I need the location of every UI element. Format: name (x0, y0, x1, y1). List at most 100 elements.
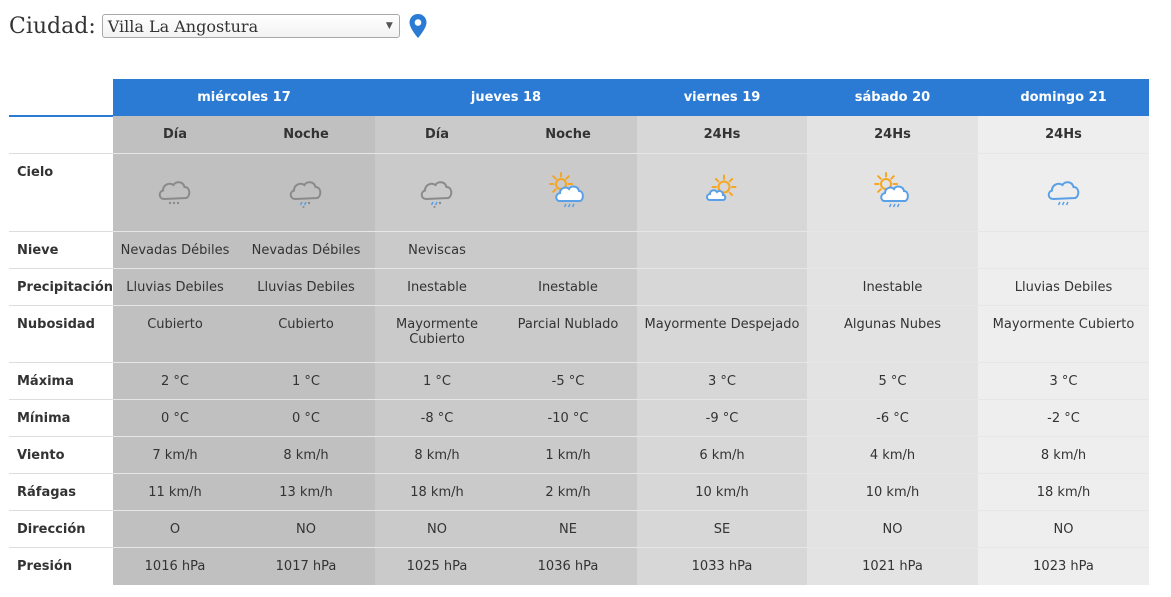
row-label-presion: Presión (9, 547, 113, 585)
cloud-sleet-icon (286, 180, 326, 215)
minima-cell: -8 °C (375, 399, 499, 437)
precipitacion-cell: Lluvias Debiles (237, 268, 375, 306)
maxima-cell: 1 °C (237, 362, 375, 400)
nubosidad-cell: Algunas Nubes (807, 305, 978, 363)
minima-cell: -10 °C (499, 399, 637, 437)
table-row: Cielo (9, 153, 1149, 232)
table-row: Mínima 0 °C 0 °C -8 °C -10 °C -9 °C -6 °C -2 °C (9, 399, 1149, 437)
period-header: Noche (499, 116, 637, 154)
row-label-direccion: Dirección (9, 510, 113, 548)
table-row: Ráfagas 11 km/h 13 km/h 18 km/h 2 km/h 10 km/… (9, 473, 1149, 511)
day-header-3: sábado 20 (807, 79, 978, 116)
maxima-cell: 5 °C (807, 362, 978, 400)
city-label: Ciudad: (9, 13, 96, 39)
table-row: Presión 1016 hPa 1017 hPa 1025 hPa 1036 hPa 1… (9, 547, 1149, 585)
cloud-sleet-icon (417, 180, 457, 215)
presion-cell: 1017 hPa (237, 547, 375, 585)
maxima-cell: 1 °C (375, 362, 499, 400)
cloud-snow-icon (155, 180, 195, 215)
city-dropdown-value: Villa La Angostura (107, 16, 259, 36)
city-dropdown[interactable]: Villa La Angostura ▼ (101, 14, 400, 38)
sky-cell (499, 153, 637, 232)
nieve-cell (807, 231, 978, 269)
period-corner (9, 116, 113, 154)
nubosidad-cell: Cubierto (113, 305, 237, 363)
rafagas-cell: 13 km/h (237, 473, 375, 511)
minima-cell: 0 °C (113, 399, 237, 437)
nubosidad-cell: Mayormente Cubierto (978, 305, 1149, 363)
day-header-2: viernes 19 (637, 79, 807, 116)
period-header: Noche (237, 116, 375, 154)
sky-cell (237, 153, 375, 232)
nieve-cell (499, 231, 637, 269)
sky-cell (113, 153, 237, 232)
nieve-cell: Nevadas Débiles (237, 231, 375, 269)
rafagas-cell: 10 km/h (637, 473, 807, 511)
nieve-cell: Nevadas Débiles (113, 231, 237, 269)
maxima-cell: 2 °C (113, 362, 237, 400)
viento-cell: 7 km/h (113, 436, 237, 474)
period-header-row: Día Noche Día Noche 24Hs 24Hs 24Hs (9, 116, 1149, 154)
sky-cell (807, 153, 978, 232)
presion-cell: 1025 hPa (375, 547, 499, 585)
direccion-cell: O (113, 510, 237, 548)
row-label-maxima: Máxima (9, 362, 113, 400)
period-header: Día (113, 116, 237, 154)
rafagas-cell: 18 km/h (978, 473, 1149, 511)
precipitacion-cell: Lluvias Debiles (978, 268, 1149, 306)
viento-cell: 1 km/h (499, 436, 637, 474)
day-header-0: miércoles 17 (113, 79, 375, 116)
minima-cell: -6 °C (807, 399, 978, 437)
row-label-nieve: Nieve (9, 231, 113, 269)
precipitacion-cell (637, 268, 807, 306)
presion-cell: 1021 hPa (807, 547, 978, 585)
sky-cell (637, 153, 807, 232)
row-label-cielo: Cielo (9, 153, 113, 232)
direccion-cell: NE (499, 510, 637, 548)
cloud-rain-icon (1044, 180, 1084, 215)
table-row: Viento 7 km/h 8 km/h 8 km/h 1 km/h 6 km/h 4 km… (9, 436, 1149, 474)
presion-cell: 1036 hPa (499, 547, 637, 585)
direccion-cell: NO (237, 510, 375, 548)
direccion-cell: NO (807, 510, 978, 548)
forecast-table: miércoles 17 jueves 18 viernes 19 sábado… (9, 79, 1149, 585)
chevron-down-icon: ▼ (385, 21, 393, 31)
nieve-cell: Neviscas (375, 231, 499, 269)
direccion-cell: NO (375, 510, 499, 548)
precipitacion-cell: Lluvias Debiles (113, 268, 237, 306)
maxima-cell: 3 °C (978, 362, 1149, 400)
precipitacion-cell: Inestable (499, 268, 637, 306)
nubosidad-cell: Parcial Nublado (499, 305, 637, 363)
nieve-cell (978, 231, 1149, 269)
nubosidad-cell: Cubierto (237, 305, 375, 363)
table-row: Máxima 2 °C 1 °C 1 °C -5 °C 3 °C 5 °C 3 °C (9, 362, 1149, 400)
presion-cell: 1023 hPa (978, 547, 1149, 585)
table-row: Dirección O NO NO NE SE NO NO (9, 510, 1149, 548)
nieve-cell (637, 231, 807, 269)
table-row: Precipitación Lluvias Debiles Lluvias Debi… (9, 268, 1149, 306)
row-label-nubosidad: Nubosidad (9, 305, 113, 363)
sun-cloud-rain-icon (873, 171, 913, 215)
direccion-cell: SE (637, 510, 807, 548)
maxima-cell: 3 °C (637, 362, 807, 400)
precipitacion-cell: Inestable (807, 268, 978, 306)
precipitacion-cell: Inestable (375, 268, 499, 306)
presion-cell: 1033 hPa (637, 547, 807, 585)
sun-small-cloud-icon (702, 174, 742, 215)
location-pin-icon[interactable] (408, 13, 428, 39)
viento-cell: 8 km/h (237, 436, 375, 474)
rafagas-cell: 2 km/h (499, 473, 637, 511)
period-header: 24Hs (978, 116, 1149, 154)
nubosidad-cell: Mayormente Despejado (637, 305, 807, 363)
viento-cell: 4 km/h (807, 436, 978, 474)
period-header: 24Hs (637, 116, 807, 154)
sky-cell (978, 153, 1149, 232)
viento-cell: 6 km/h (637, 436, 807, 474)
viento-cell: 8 km/h (375, 436, 499, 474)
presion-cell: 1016 hPa (113, 547, 237, 585)
row-label-viento: Viento (9, 436, 113, 474)
direccion-cell: NO (978, 510, 1149, 548)
period-header: 24Hs (807, 116, 978, 154)
rafagas-cell: 18 km/h (375, 473, 499, 511)
city-selector-bar: Ciudad: Villa La Angostura ▼ (9, 9, 428, 43)
